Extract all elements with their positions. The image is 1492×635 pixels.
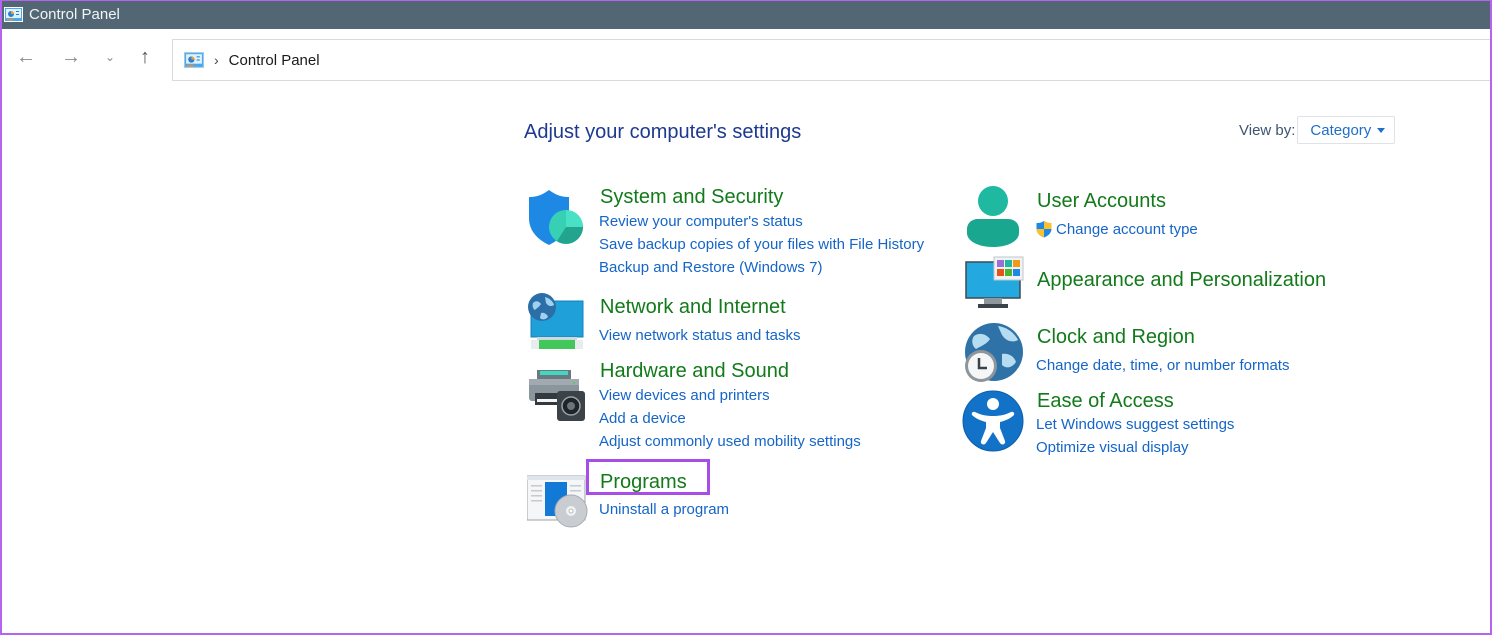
breadcrumb-control-panel[interactable]: Control Panel bbox=[229, 52, 320, 69]
back-button[interactable]: ← bbox=[14, 45, 38, 69]
navigation-bar: ← → ⌄ ↑ › Control Panel bbox=[0, 29, 1492, 85]
category-title[interactable]: Appearance and Personalization bbox=[1037, 269, 1326, 292]
category-title[interactable]: Clock and Region bbox=[1037, 326, 1195, 349]
user-icon bbox=[967, 186, 1019, 247]
forward-button[interactable]: → bbox=[59, 45, 83, 69]
link-date-time-formats[interactable]: Change date, time, or number formats bbox=[1036, 357, 1289, 374]
programs-highlight-box bbox=[586, 459, 710, 495]
shield-icon bbox=[529, 190, 583, 245]
view-by-dropdown[interactable]: Category bbox=[1297, 116, 1396, 144]
printer-speaker-icon bbox=[529, 370, 585, 421]
uac-shield-icon bbox=[1036, 221, 1052, 238]
link-uninstall-program[interactable]: Uninstall a program bbox=[599, 501, 729, 518]
link-file-history[interactable]: Save backup copies of your files with Fi… bbox=[599, 236, 924, 253]
recent-locations-button[interactable]: ⌄ bbox=[98, 45, 122, 69]
programs-disc-icon bbox=[527, 475, 588, 528]
page-heading: Adjust your computer's settings bbox=[524, 121, 802, 143]
view-by: View by: Category bbox=[1239, 116, 1396, 144]
category-title[interactable]: System and Security bbox=[600, 186, 783, 209]
category-title[interactable]: Ease of Access bbox=[1037, 390, 1174, 413]
link-optimize-visual-display[interactable]: Optimize visual display bbox=[1036, 439, 1189, 456]
link-change-account-type[interactable]: Change account type bbox=[1056, 221, 1198, 238]
category-title[interactable]: Network and Internet bbox=[600, 296, 786, 319]
category-title[interactable]: User Accounts bbox=[1037, 190, 1166, 213]
link-review-status[interactable]: Review your computer's status bbox=[599, 213, 803, 230]
arrow-left-icon: ← bbox=[16, 45, 36, 68]
monitor-palette-icon bbox=[965, 256, 1024, 308]
arrow-right-icon: → bbox=[61, 45, 81, 68]
view-by-value: Category bbox=[1310, 121, 1372, 139]
link-network-status[interactable]: View network status and tasks bbox=[599, 327, 801, 344]
control-panel-icon bbox=[4, 7, 23, 22]
control-panel-icon bbox=[184, 52, 204, 68]
network-globe-icon bbox=[528, 293, 584, 349]
link-windows-suggest-settings[interactable]: Let Windows suggest settings bbox=[1036, 416, 1234, 433]
arrow-up-icon: ↑ bbox=[140, 45, 150, 68]
link-backup-restore[interactable]: Backup and Restore (Windows 7) bbox=[599, 259, 822, 276]
chevron-down-icon: ⌄ bbox=[104, 50, 116, 64]
clock-globe-icon bbox=[965, 323, 1023, 382]
category-title[interactable]: Hardware and Sound bbox=[600, 360, 789, 383]
view-by-label: View by: bbox=[1239, 121, 1296, 139]
link-add-device[interactable]: Add a device bbox=[599, 410, 686, 427]
link-devices-printers[interactable]: View devices and printers bbox=[599, 387, 770, 404]
caret-down-icon bbox=[1377, 127, 1386, 133]
address-bar[interactable]: › Control Panel bbox=[172, 39, 1492, 81]
accessibility-icon bbox=[962, 390, 1024, 452]
up-button[interactable]: ↑ bbox=[133, 45, 157, 69]
breadcrumb-separator[interactable]: › bbox=[214, 52, 219, 68]
link-mobility-settings[interactable]: Adjust commonly used mobility settings bbox=[599, 433, 861, 450]
title-bar: Control Panel bbox=[0, 0, 1492, 29]
window-title: Control Panel bbox=[29, 6, 120, 23]
